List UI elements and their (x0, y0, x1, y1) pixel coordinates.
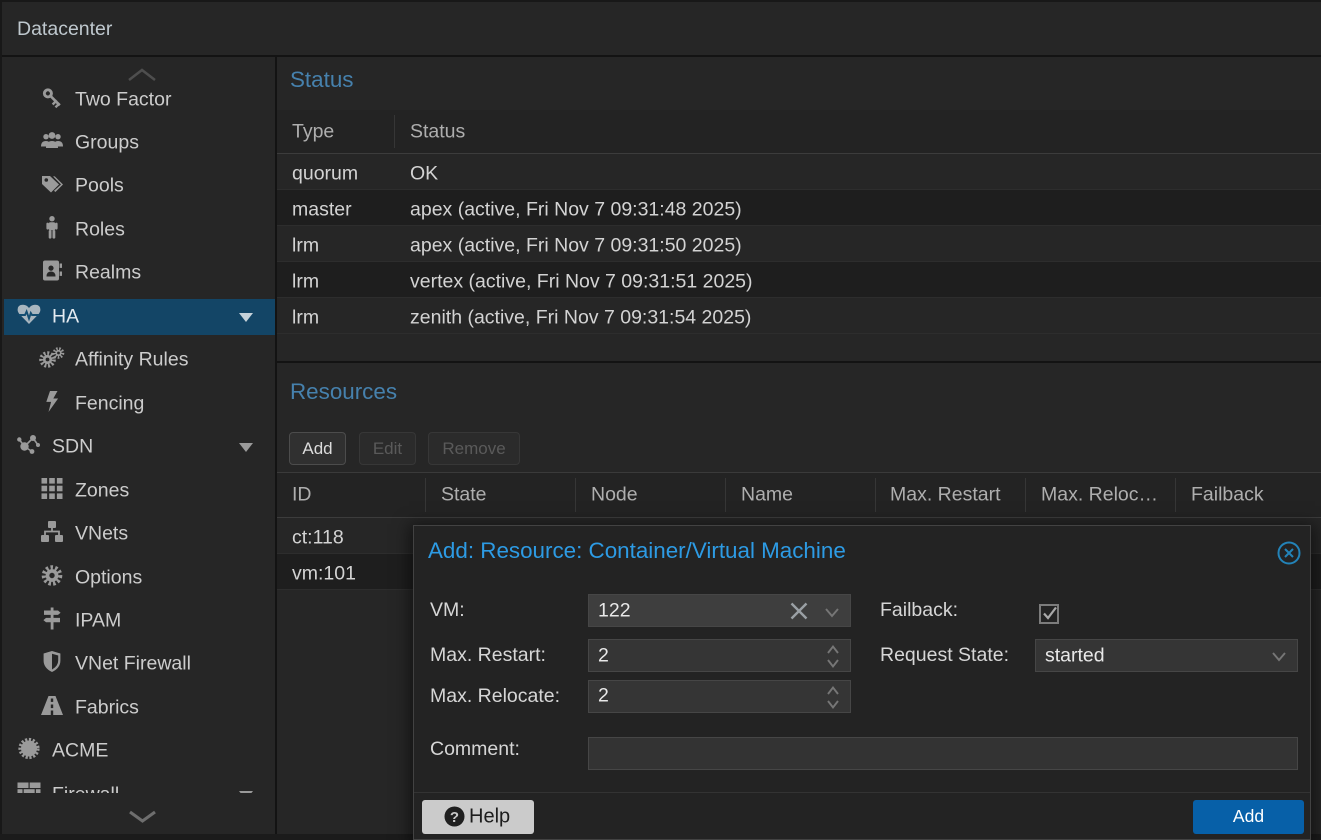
svg-text:?: ? (450, 809, 459, 826)
